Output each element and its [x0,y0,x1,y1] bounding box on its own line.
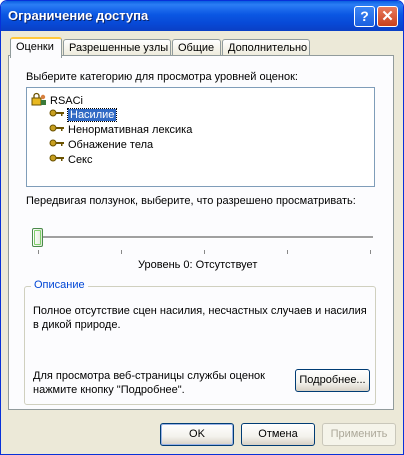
lock-people-icon [31,92,47,110]
description-line-2: в дикой природе. [33,319,121,331]
key-icon [49,123,65,137]
tree-item-violence[interactable]: Насилие [49,108,118,122]
key-icon [49,153,65,167]
window-title: Ограничение доступа [8,8,149,23]
apply-button[interactable]: Применить [322,423,396,446]
slider-tick [121,250,122,254]
title-bar[interactable]: Ограничение доступа ? ✕ [1,1,403,31]
slider-prompt: Передвигая ползунок, выберите, что разре… [26,195,356,207]
cancel-button[interactable]: Отмена [241,423,315,446]
slider-tick [38,250,39,254]
more-info-line-1: Для просмотра веб-страницы службы оценок [33,370,265,382]
slider-track[interactable] [35,236,373,239]
slider-tick [370,250,371,254]
description-line-1: Полное отсутствие сцен насилия, несчастн… [33,305,367,317]
tree-item-label: Секс [68,154,93,166]
close-button[interactable]: ✕ [377,6,398,27]
tree-root-label: RSACi [50,94,84,107]
tab-label: Оценки [16,41,54,53]
key-icon [49,108,65,122]
tree-item-sex[interactable]: Секс [49,153,93,167]
dialog-window: Ограничение доступа ? ✕ Оценки Разрешенн… [0,0,404,455]
more-info-line-2: нажмите кнопку "Подробнее". [33,384,185,396]
tree-root[interactable]: RSACi [31,92,84,107]
tree-item-label: Обнажение тела [68,139,154,151]
tree-item-label: Ненормативная лексика [68,124,193,136]
level-text: Уровень 0: Отсутствует [138,259,258,271]
category-prompt: Выберите категорию для просмотра уровней… [26,71,298,83]
tab-ratings[interactable]: Оценки [10,37,62,58]
tree-item-nudity[interactable]: Обнажение тела [49,138,153,152]
more-info-button[interactable]: Подробнее... [295,369,370,392]
description-group-label: Описание [31,279,88,291]
help-button[interactable]: ? [354,6,375,27]
tree-item-profanity[interactable]: Ненормативная лексика [49,123,192,137]
key-icon [49,138,65,152]
slider-thumb[interactable] [32,228,43,247]
tab-label: Дополнительно [228,42,308,54]
ok-button[interactable]: OK [160,423,234,446]
tab-label: Общие [178,42,215,54]
slider-tick [287,250,288,254]
tree-item-label: Насилие [66,108,118,122]
slider-tick [204,250,205,254]
tab-label: Разрешенные узлы [69,42,169,54]
